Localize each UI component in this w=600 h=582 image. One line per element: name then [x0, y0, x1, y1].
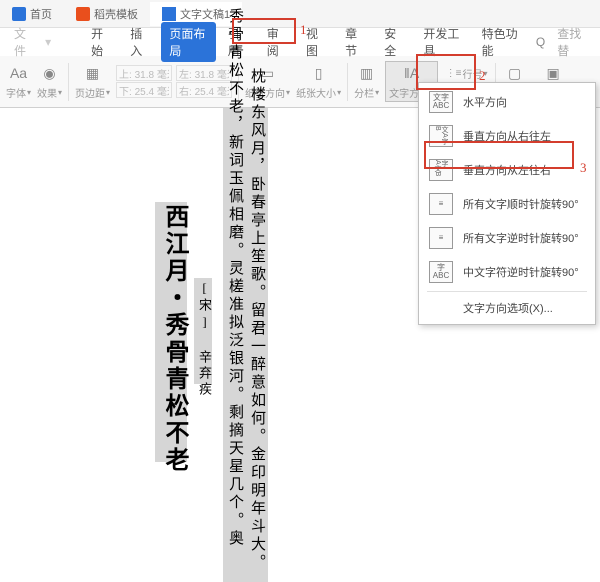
dd-text-dir-options[interactable]: 文字方向选项(X)... — [419, 294, 595, 322]
rotate-cw-icon: ≡ — [429, 193, 453, 215]
cjk-rotate-icon: 字ABC — [429, 261, 453, 283]
dd-rotate-ccw[interactable]: ≡ 所有文字逆时针旋转90° — [419, 221, 595, 255]
ribbon-paper-size[interactable]: ▯ 纸张大小▾ — [296, 63, 341, 100]
menu-insert[interactable]: 插入 — [122, 22, 157, 62]
vertical-ltr-icon: A文B字 — [429, 159, 453, 181]
menu-security[interactable]: 安全 — [376, 22, 411, 62]
annotation-1: 1 — [300, 22, 307, 38]
ribbon-margins[interactable]: ▦ 页边距▾ — [75, 63, 110, 100]
menu-find[interactable]: 查找替 — [549, 22, 594, 62]
annotation-2: 2 — [479, 68, 486, 84]
ribbon-font[interactable]: Aa 字体▾ — [6, 63, 31, 100]
template-icon — [76, 7, 90, 21]
columns-icon: ▥ — [357, 63, 377, 83]
margin-top-input[interactable] — [116, 65, 172, 81]
dd-vertical-ltr[interactable]: A文B字 垂直方向从左往右 — [419, 153, 595, 187]
doc-author: [宋] 辛弃疾 — [195, 280, 214, 398]
horizontal-icon: 文字ABC — [429, 91, 453, 113]
margins-icon: ▦ — [83, 63, 103, 83]
ribbon-effect[interactable]: ◉ 效果▾ — [37, 63, 62, 100]
dd-horizontal[interactable]: 文字ABC 水平方向 — [419, 85, 595, 119]
annotation-3: 3 — [580, 160, 587, 176]
background-icon: ▢ — [505, 63, 525, 83]
doc-title: 西江月・秀骨青松不老 — [157, 204, 192, 474]
doc-line2: 枕楼东风月，卧春亭上笙歌。留君一醉意如何。金印明年斗大。 — [247, 68, 268, 572]
ribbon-columns[interactable]: ▥ 分栏▾ — [354, 63, 379, 100]
paper-size-icon: ▯ — [309, 63, 329, 83]
menu-review[interactable]: 审阅 — [259, 22, 294, 62]
margin-left-input[interactable] — [176, 65, 232, 81]
doc-line1: 秀骨青松不老，新词玉佩相磨。灵槎准拟泛银河。剩摘天星几个。奥 — [225, 8, 246, 548]
font-icon: Aa — [9, 63, 29, 83]
menu-features[interactable]: 特色功能 — [474, 22, 528, 62]
text-dir-icon: ‖A — [402, 63, 422, 83]
vertical-rtl-icon: 文A字B — [429, 125, 453, 147]
dd-cjk-rotate[interactable]: 字ABC 中文字符逆时针旋转90° — [419, 255, 595, 289]
margin-bottom-input[interactable] — [116, 82, 172, 98]
menu-file[interactable]: 文件 — [6, 22, 41, 62]
tab-label: 首页 — [30, 6, 52, 22]
page[interactable]: 西江月・秀骨青松不老 [宋] 辛弃疾 秀骨青松不老，新词玉佩相磨。灵槎准拟泛银河… — [75, 108, 385, 582]
tab-label: 稻壳模板 — [94, 6, 138, 22]
rotate-ccw-icon: ≡ — [429, 227, 453, 249]
home-icon — [12, 7, 26, 21]
doc-icon — [162, 7, 176, 21]
margin-inputs — [116, 65, 232, 98]
page-border-icon: ▣ — [543, 63, 563, 83]
menu-page-layout[interactable]: 页面布局 — [161, 22, 215, 62]
tab-label: 文字文稿1 — [180, 6, 230, 22]
dd-vertical-rtl[interactable]: 文A字B 垂直方向从右往左 — [419, 119, 595, 153]
menu-dev-tools[interactable]: 开发工具 — [415, 22, 469, 62]
text-direction-dropdown: 文字ABC 水平方向 文A字B 垂直方向从右往左 A文B字 垂直方向从左往右 ≡… — [418, 82, 596, 325]
effect-icon: ◉ — [40, 63, 60, 83]
margin-right-input[interactable] — [176, 82, 232, 98]
menu-start[interactable]: 开始 — [83, 22, 118, 62]
dd-rotate-cw[interactable]: ≡ 所有文字顺时针旋转90° — [419, 187, 595, 221]
menu-chapter[interactable]: 章节 — [337, 22, 372, 62]
